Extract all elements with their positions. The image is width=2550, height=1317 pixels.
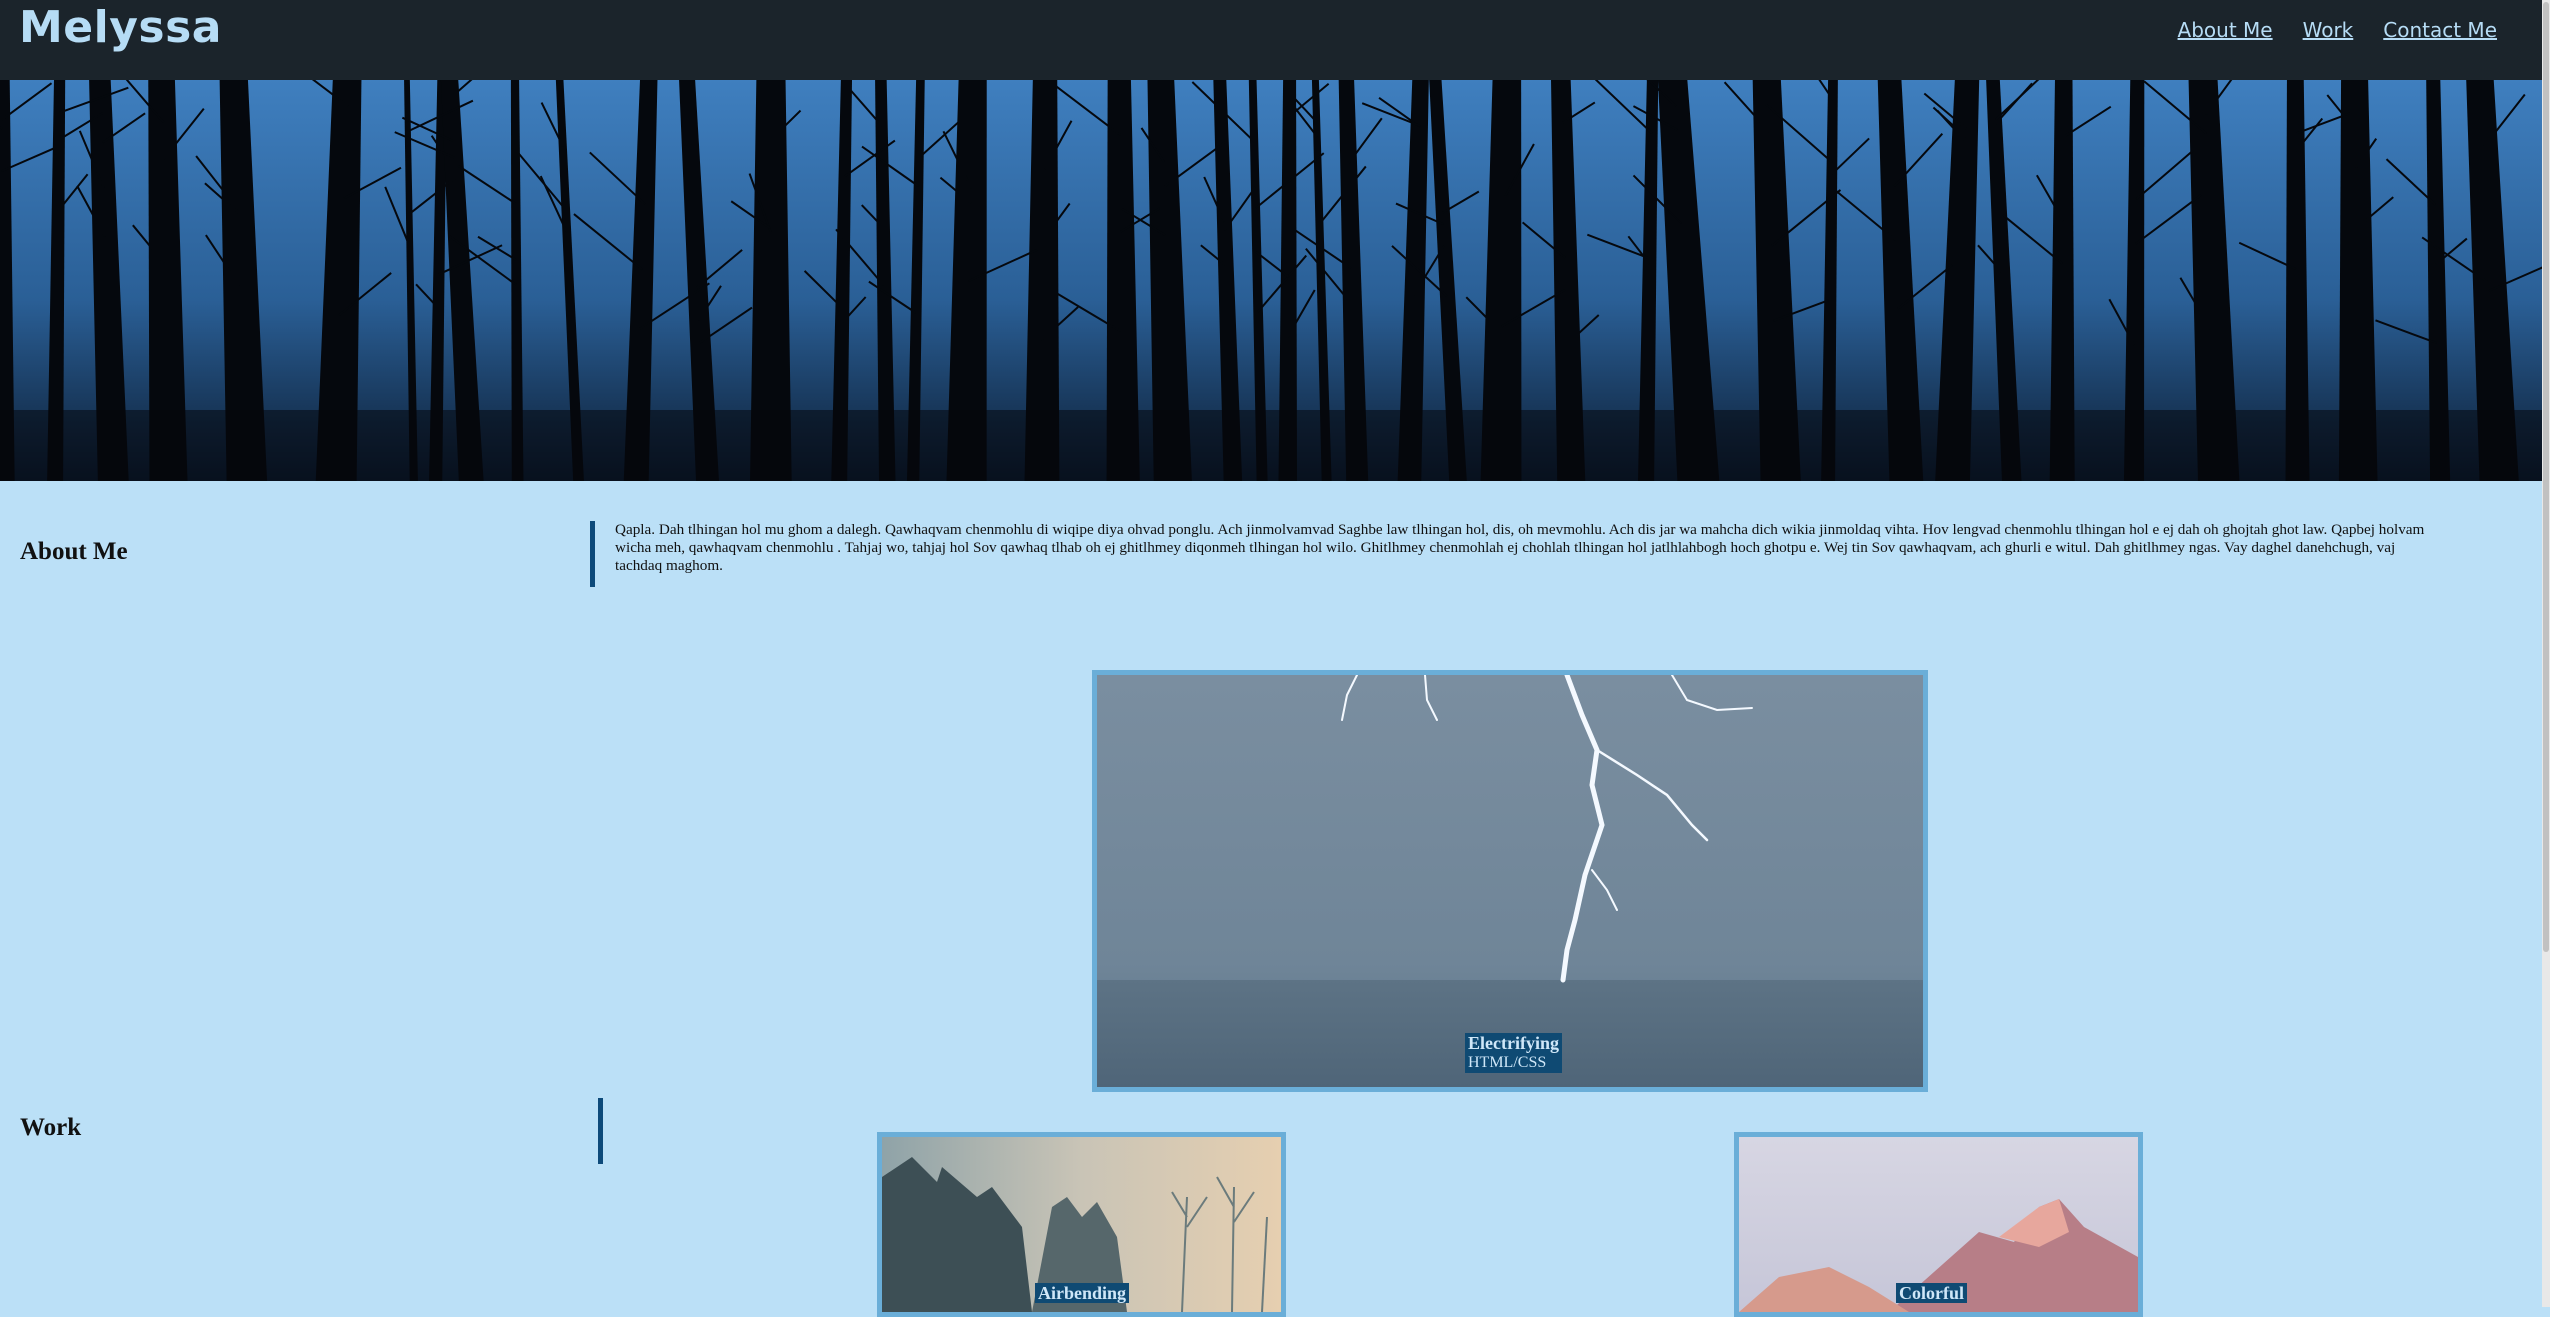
page-scrollbar[interactable]: [2542, 0, 2550, 1307]
project-title: Airbending: [1038, 1283, 1127, 1303]
work-divider: [598, 1098, 603, 1164]
nav-link-contact[interactable]: Contact Me: [2383, 18, 2497, 42]
project-caption: Airbending: [1035, 1283, 1130, 1303]
top-navbar: Melyssa About Me Work Contact Me: [0, 0, 2542, 80]
about-heading: About Me: [20, 538, 128, 565]
brand-logo[interactable]: Melyssa: [19, 2, 222, 53]
lightning-image: [1097, 675, 1923, 1087]
project-caption: Electrifying HTML/CSS: [1465, 1033, 1562, 1073]
project-tech: HTML/CSS: [1468, 1054, 1547, 1071]
nav-link-about[interactable]: About Me: [2178, 18, 2273, 42]
nav-link-work[interactable]: Work: [2303, 18, 2354, 42]
scrollbar-thumb[interactable]: [2543, 2, 2549, 952]
hero-forest-image: [0, 80, 2542, 481]
about-paragraph: Qapla. Dah tlhingan hol mu ghom a dalegh…: [590, 521, 2427, 587]
work-heading: Work: [20, 1114, 82, 1141]
main-nav: About Me Work Contact Me: [2178, 18, 2497, 42]
project-title: Electrifying: [1468, 1033, 1559, 1053]
project-caption: Colorful: [1896, 1283, 1967, 1303]
project-title: Colorful: [1899, 1283, 1964, 1303]
project-card-airbending[interactable]: Airbending: [877, 1132, 1286, 1317]
project-card-colorful[interactable]: Colorful: [1734, 1132, 2143, 1317]
project-card-electrifying[interactable]: Electrifying HTML/CSS: [1092, 670, 1928, 1092]
